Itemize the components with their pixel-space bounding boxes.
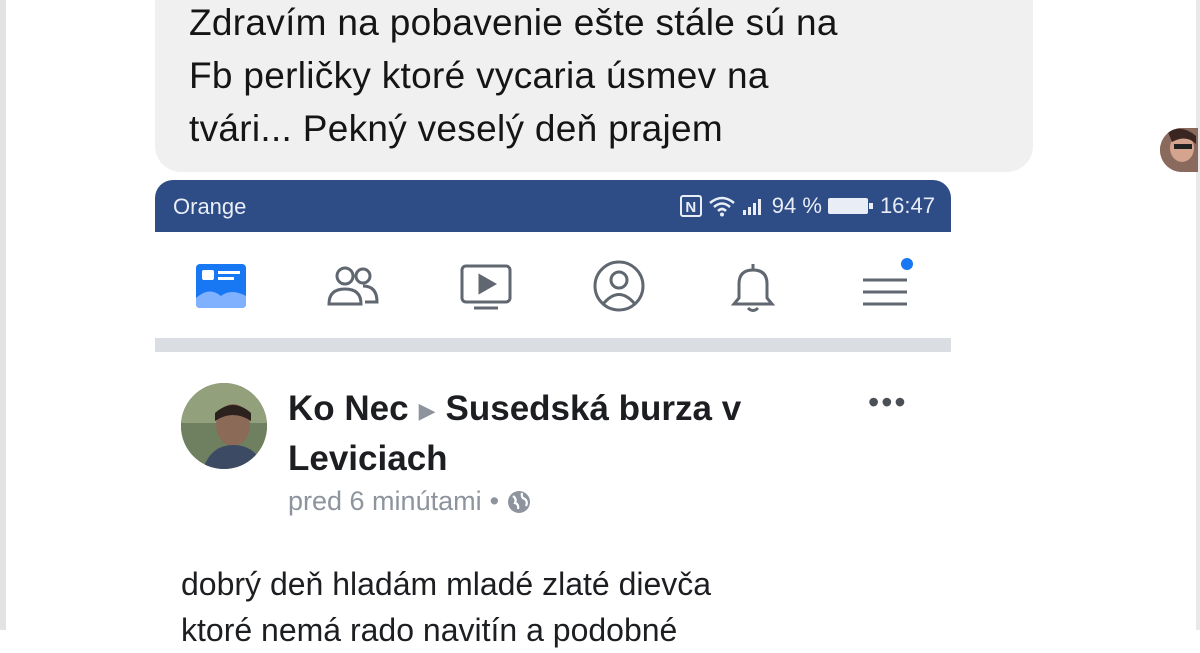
status-indicators: N 94 % 16:47 [679,193,935,219]
battery-icon [827,198,873,214]
facebook-tab-bar [155,232,951,340]
right-frame [1196,0,1200,630]
post-meta: pred 6 minútami • [288,486,531,517]
profile-icon[interactable] [591,258,647,314]
post-body: dobrý deň hladám mladé zlaté dievča ktor… [181,566,712,648]
news-feed-icon[interactable] [193,258,249,314]
signal-icon [742,199,761,215]
feed-divider [155,338,951,352]
friends-icon[interactable] [325,258,381,314]
bell-icon[interactable] [725,258,781,314]
watch-icon[interactable] [458,258,514,314]
sender-avatar[interactable] [1160,128,1198,172]
author-avatar[interactable] [181,383,267,469]
globe-icon [508,490,531,513]
clock: 16:47 [879,193,935,218]
phone-screenshot: Orange N 94 % 16:47 [155,180,951,352]
status-bar: Orange N 94 % 16:47 [155,180,951,232]
shared-to-arrow-icon: ▶ [418,397,436,423]
message-bubble: Zdravím na pobavenie ešte stále sú na Fb… [155,0,1033,172]
menu-icon[interactable] [859,258,915,314]
message-text: Zdravím na pobavenie ešte stále sú na Fb… [189,2,838,149]
more-options-icon[interactable]: ••• [868,384,908,421]
nfc-icon: N [679,195,702,217]
wifi-icon [708,196,735,217]
post-time[interactable]: pred 6 minútami [288,486,482,517]
left-frame [0,0,6,630]
post-author-line: Ko Nec ▶ Susedská burza v Leviciach [288,385,848,483]
carrier-label: Orange [173,194,247,219]
battery-percent: 94 % [771,193,822,218]
author-name[interactable]: Ko Nec [288,389,409,428]
meta-separator: • [489,486,500,516]
